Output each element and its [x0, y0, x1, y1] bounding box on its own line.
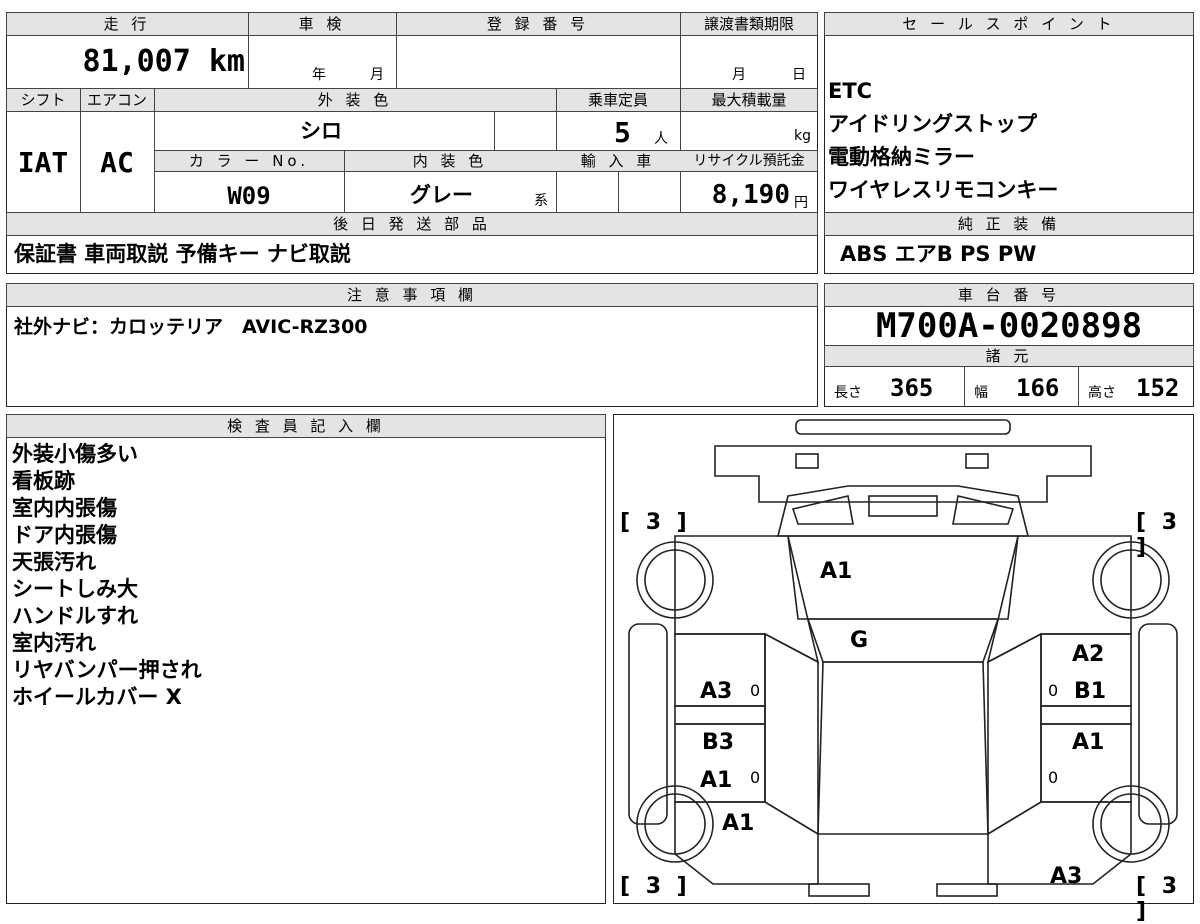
load-unit: kg	[794, 128, 811, 144]
length-label: 長さ	[834, 385, 862, 401]
height-label: 高さ	[1088, 385, 1116, 401]
ac-value: AC	[100, 146, 134, 179]
spec-label: 諸 元	[985, 347, 1033, 365]
chassis-label: 車 台 番 号	[957, 286, 1061, 304]
exterior-color-value: シロ	[300, 119, 342, 143]
inspector-note: シートしみ大	[12, 577, 138, 601]
inspector-note: 室内内張傷	[12, 496, 117, 520]
tire-mark-front-left: [ 3 ]	[620, 510, 691, 535]
damage-right-front-top: A2	[1072, 642, 1105, 667]
max-load-label: 最大積載量	[711, 91, 787, 109]
damage-right-rear-quarter: A3	[1050, 864, 1083, 889]
inspector-note: 天張汚れ	[12, 550, 96, 574]
damage-left-rear-top: B3	[702, 730, 735, 755]
recycle-fee-label: リサイクル預託金	[693, 153, 805, 169]
recycle-fee-unit: 円	[794, 195, 808, 211]
transfer-month: 月	[732, 67, 746, 83]
shipping-label: 後 日 発 送 部 品	[333, 215, 491, 233]
damage-left-front-door: A3	[700, 679, 733, 704]
registration-label: 登 録 番 号	[486, 15, 590, 33]
shipping-value: 保証書 車両取説 予備キー ナビ取説	[14, 242, 351, 266]
shift-label: シフト	[20, 91, 66, 109]
height-value: 152	[1136, 374, 1180, 402]
color-no-value: W09	[227, 182, 271, 210]
damage-left-rear-bottom: A1	[700, 768, 733, 793]
sales-point-item: ワイヤレスリモコンキー	[828, 178, 1059, 202]
zero-mark: 0	[1048, 681, 1059, 700]
inspector-note: 室内汚れ	[12, 631, 96, 655]
capacity-unit: 人	[654, 131, 668, 147]
interior-suffix: 系	[534, 193, 548, 209]
sales-point-item: 電動格納ミラー	[828, 145, 975, 169]
tire-mark-rear-left: [ 3 ]	[620, 874, 691, 899]
length-value: 365	[890, 374, 934, 402]
inspection-label: 車 検	[298, 15, 346, 33]
interior-color-label: 内 装 色	[412, 152, 488, 170]
tire-mark-front-right: [ 3 ]	[1136, 510, 1182, 560]
color-no-label: カ ラ ー No.	[188, 152, 310, 170]
damage-right-rear-door: A1	[1072, 730, 1105, 755]
sales-points-list: ETC アイドリングストップ 電動格納ミラー ワイヤレスリモコンキー	[828, 78, 1058, 210]
ac-label: エアコン	[86, 91, 147, 109]
mileage-label: 走 行	[103, 15, 151, 33]
inspector-label: 検 査 員 記 入 欄	[227, 417, 385, 435]
recycle-fee-value: 8,190	[711, 180, 790, 210]
zero-mark: 0	[750, 768, 761, 787]
inspector-notes-list: 外装小傷多い 看板跡 室内内張傷 ドア内張傷 天張汚れ シートしみ大 ハンドルす…	[12, 441, 202, 711]
notes-label: 注 意 事 項 欄	[346, 286, 478, 304]
car-diagram	[628, 419, 1178, 897]
transfer-day: 日	[792, 67, 806, 83]
sales-point-item: ETC	[828, 79, 873, 103]
damage-hood: A1	[820, 559, 853, 584]
inspection-year: 年	[312, 67, 326, 83]
damage-left-rear-quarter: A1	[722, 811, 755, 836]
zero-mark: 0	[750, 681, 761, 700]
chassis-number: M700A-0020898	[875, 306, 1143, 346]
genuine-equipment-value: ABS エアB PS PW	[840, 242, 1037, 266]
capacity-label: 乗車定員	[587, 91, 648, 109]
mileage-value: 81,007 km	[82, 44, 245, 79]
inspection-month: 月	[370, 67, 384, 83]
capacity-value: 5	[614, 116, 631, 149]
inspector-note: ハンドルすれ	[12, 604, 138, 628]
sales-point-item: アイドリングストップ	[828, 112, 1037, 136]
inspector-note: ドア内張傷	[12, 523, 117, 547]
damage-right-front-bottom: B1	[1074, 679, 1107, 704]
zero-mark: 0	[1048, 768, 1059, 787]
exterior-color-label: 外 装 色	[317, 91, 393, 109]
shift-value: IAT	[17, 146, 69, 179]
width-value: 166	[1016, 374, 1060, 402]
width-label: 幅	[974, 385, 988, 401]
inspector-note: 看板跡	[12, 469, 75, 493]
inspector-note: 外装小傷多い	[12, 442, 138, 466]
tire-mark-rear-right: [ 3 ]	[1136, 874, 1182, 924]
genuine-equipment-label: 純 正 装 備	[957, 215, 1061, 233]
transfer-deadline-label: 譲渡書類期限	[703, 15, 794, 33]
import-label: 輸 入 車	[580, 152, 656, 170]
damage-windshield: G	[850, 628, 869, 653]
notes-value: 社外ナビ：カロッテリア AVIC-RZ300	[14, 316, 368, 338]
inspector-note: リヤバンパー押され	[12, 658, 202, 682]
sales-points-label: セ ー ル ス ポ イ ン ト	[902, 15, 1116, 33]
interior-color-value: グレー	[410, 183, 473, 207]
inspector-note: ホイールカバー X	[12, 685, 182, 709]
